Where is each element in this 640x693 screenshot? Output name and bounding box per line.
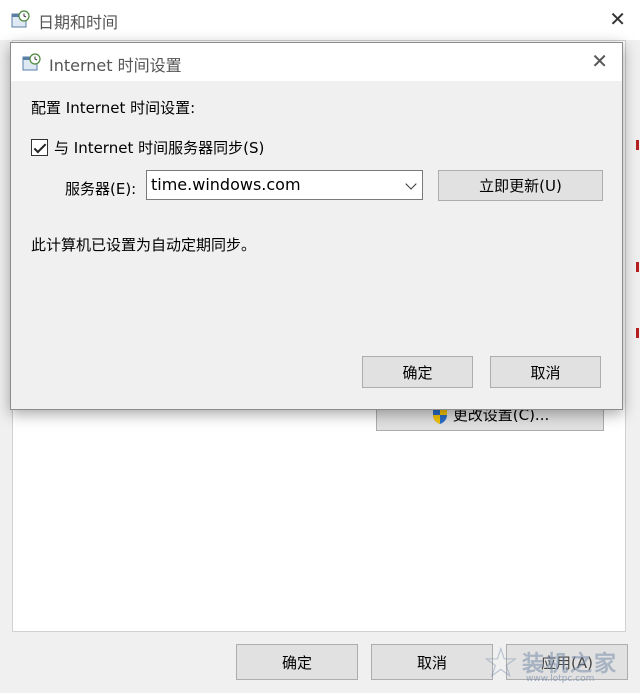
- server-value[interactable]: time.windows.com: [151, 175, 301, 194]
- background-window-edge: [636, 262, 639, 272]
- server-dropdown[interactable]: time.windows.com: [146, 170, 423, 200]
- sync-checkbox[interactable]: [31, 139, 48, 156]
- outer-window-title: 日期和时间: [38, 13, 119, 32]
- dialog-titlebar: Internet 时间设置 ✕: [11, 43, 622, 81]
- background-window-edge: [636, 140, 639, 150]
- config-heading: 配置 Internet 时间设置:: [31, 99, 196, 117]
- sync-checkbox-row[interactable]: 与 Internet 时间服务器同步(S): [31, 137, 264, 158]
- outer-close-icon[interactable]: ✕: [609, 9, 626, 29]
- clock-calendar-icon: [11, 10, 30, 28]
- sync-checkbox-label[interactable]: 与 Internet 时间服务器同步(S): [54, 137, 264, 158]
- update-now-button[interactable]: 立即更新(U): [438, 170, 603, 201]
- dialog-close-icon[interactable]: ✕: [591, 51, 608, 71]
- dialog-cancel-button[interactable]: 取消: [490, 356, 601, 388]
- watermark: ☆ 装机之家 www.lotpc.com: [480, 640, 640, 692]
- watermark-url: www.lotpc.com: [526, 674, 595, 684]
- watermark-star-icon: ☆: [482, 638, 520, 687]
- sync-status-text: 此计算机已设置为自动定期同步。: [31, 236, 257, 254]
- dialog-ok-button[interactable]: 确定: [362, 356, 473, 388]
- clock-calendar-icon: [22, 53, 41, 71]
- outer-cancel-button[interactable]: 取消: [371, 644, 493, 680]
- outer-ok-button[interactable]: 确定: [236, 644, 358, 680]
- chevron-down-icon[interactable]: [405, 178, 417, 190]
- dialog-title: Internet 时间设置: [49, 56, 182, 75]
- internet-time-dialog: Internet 时间设置 ✕ 配置 Internet 时间设置: 与 Inte…: [10, 42, 623, 410]
- outer-titlebar: 日期和时间 ✕: [0, 0, 640, 40]
- server-label: 服务器(E):: [65, 180, 137, 198]
- background-window-edge: [636, 328, 639, 338]
